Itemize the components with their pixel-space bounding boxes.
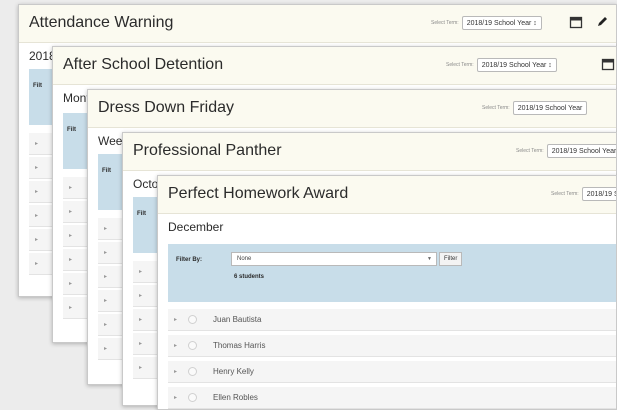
term-selector: Select Term: 2018/19 School Year ↕: [446, 58, 557, 72]
select-radio[interactable]: [188, 393, 197, 402]
card-header: Attendance Warning Select Term: 2018/19 …: [19, 5, 616, 43]
filter-button[interactable]: Filter: [439, 252, 463, 266]
card-title: Attendance Warning: [29, 14, 174, 31]
chevron-right-icon: ▸: [139, 365, 143, 371]
chevron-right-icon[interactable]: ▸: [174, 394, 177, 401]
chevron-right-icon: ▸: [104, 250, 108, 256]
chevron-right-icon: ▸: [35, 261, 39, 267]
student-name: Juan Bautista: [213, 315, 262, 324]
filter-select-value: None: [237, 256, 252, 262]
list-item[interactable]: ▸ Juan Bautista: [168, 309, 616, 331]
term-selector: Select Term: 2018/19 School Year ↕: [431, 16, 542, 30]
filter-label: Filter By:: [176, 257, 203, 263]
chevron-right-icon: ▸: [139, 317, 143, 323]
filter-label: Filt: [102, 168, 111, 174]
select-radio[interactable]: [188, 367, 197, 376]
card-header: Dress Down Friday Select Term: 2018/19 S…: [88, 90, 616, 128]
chevron-right-icon: ▸: [139, 293, 143, 299]
list-item[interactable]: ▸ Henry Kelly: [168, 361, 616, 383]
pencil-icon[interactable]: [595, 15, 609, 34]
filter-label: Filt: [67, 127, 76, 133]
term-select[interactable]: 2018/19 School Year: [512, 101, 588, 115]
term-label: Select Term:: [551, 191, 579, 197]
term-select[interactable]: 2018/19 School Year ↕: [461, 16, 542, 30]
chevron-right-icon: ▸: [69, 257, 73, 263]
term-selector: Select Term: 2018/19 School Year: [482, 101, 588, 115]
student-name: Thomas Harris: [213, 341, 266, 350]
term-label: Select Term:: [431, 20, 459, 26]
chevron-down-icon: ▼: [427, 256, 432, 262]
card-header: Professional Panther Select Term: 2018/1…: [123, 133, 616, 171]
filter-select[interactable]: None ▼: [231, 252, 437, 266]
chevron-right-icon: ▸: [35, 189, 39, 195]
card-title: Dress Down Friday: [98, 99, 235, 116]
card-title: Professional Panther: [133, 142, 282, 159]
chevron-right-icon: ▸: [35, 237, 39, 243]
select-radio[interactable]: [188, 315, 197, 324]
filter-label: Filt: [137, 211, 146, 217]
list-item[interactable]: ▸ Ellen Robles: [168, 387, 616, 409]
chevron-right-icon: ▸: [35, 213, 39, 219]
chevron-right-icon: ▸: [104, 346, 108, 352]
chevron-right-icon[interactable]: ▸: [174, 342, 177, 349]
chevron-right-icon: ▸: [69, 281, 73, 287]
term-label: Select Term:: [516, 148, 544, 154]
card-header: Perfect Homework Award Select Term: 2018…: [158, 176, 616, 214]
student-name: Ellen Robles: [213, 393, 258, 402]
term-select[interactable]: 2018/19 School Year: [581, 187, 616, 201]
chevron-right-icon[interactable]: ▸: [174, 368, 177, 375]
student-name: Henry Kelly: [213, 367, 254, 376]
calendar-icon[interactable]: [601, 57, 615, 76]
chevron-right-icon: ▸: [69, 233, 73, 239]
calendar-icon[interactable]: [569, 15, 583, 34]
chevron-right-icon: ▸: [104, 322, 108, 328]
list-item[interactable]: ▸ Thomas Harris: [168, 335, 616, 357]
term-label: Select Term:: [446, 62, 474, 68]
student-count: 6 students: [234, 274, 265, 280]
card-perfect-homework-award: Perfect Homework Award Select Term: 2018…: [157, 175, 617, 410]
chevron-right-icon: ▸: [139, 341, 143, 347]
filter-label: Filt: [33, 83, 42, 89]
term-selector: Select Term: 2018/19 School Year: [516, 144, 616, 158]
card-header: After School Detention Select Term: 2018…: [53, 47, 616, 85]
term-label: Select Term:: [482, 105, 510, 111]
chevron-right-icon: ▸: [69, 185, 73, 191]
chevron-right-icon[interactable]: ▸: [174, 316, 177, 323]
chevron-right-icon: ▸: [35, 165, 39, 171]
chevron-right-icon: ▸: [69, 209, 73, 215]
chevron-right-icon: ▸: [139, 269, 143, 275]
term-select[interactable]: 2018/19 School Year: [546, 144, 616, 158]
term-select[interactable]: 2018/19 School Year ↕: [476, 58, 557, 72]
chevron-right-icon: ▸: [104, 274, 108, 280]
card-title: After School Detention: [63, 56, 224, 73]
chevron-right-icon: ▸: [69, 305, 73, 311]
term-selector: Select Term: 2018/19 School Year: [551, 187, 616, 201]
chevron-right-icon: ▸: [104, 298, 108, 304]
filter-bar: Filter By: None ▼ Filter 6 students: [168, 244, 616, 302]
chevron-right-icon: ▸: [35, 141, 39, 147]
chevron-right-icon: ▸: [104, 226, 108, 232]
select-radio[interactable]: [188, 341, 197, 350]
card-title: Perfect Homework Award: [168, 185, 349, 202]
card-subtitle: December: [168, 220, 224, 234]
